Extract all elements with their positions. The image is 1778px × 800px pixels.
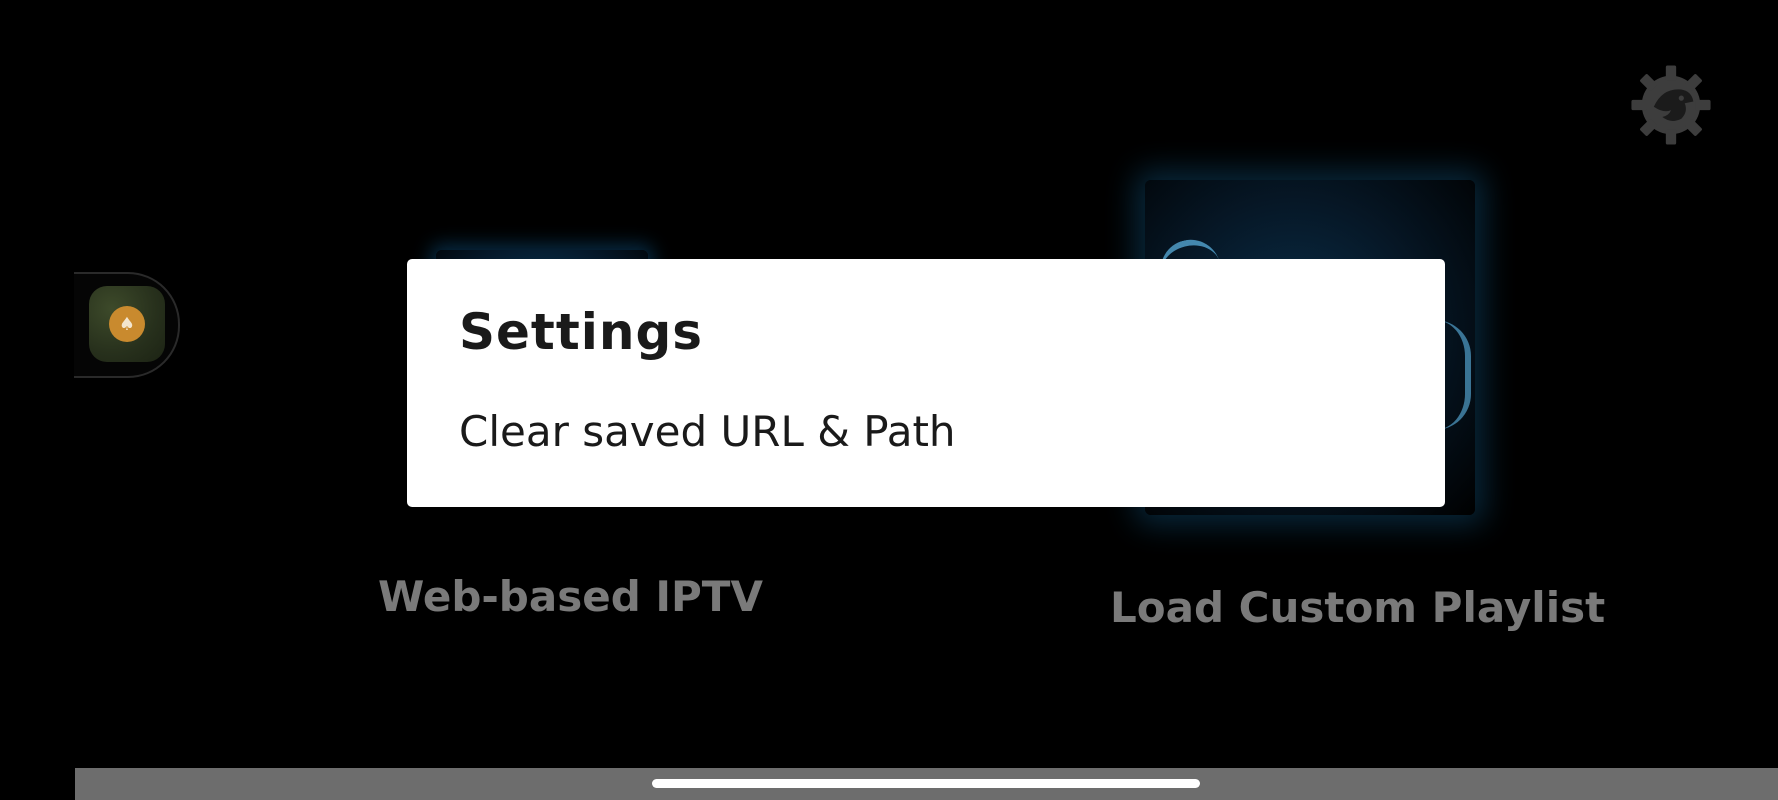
dialog-title: Settings xyxy=(459,303,704,361)
settings-dialog: Settings Clear saved URL & Path xyxy=(407,259,1445,507)
clear-saved-url-option[interactable]: Clear saved URL & Path xyxy=(459,407,956,456)
home-indicator[interactable] xyxy=(652,779,1200,788)
screen: Web-based IPTV Load Custom Playlist ♠ Se… xyxy=(0,0,1778,800)
